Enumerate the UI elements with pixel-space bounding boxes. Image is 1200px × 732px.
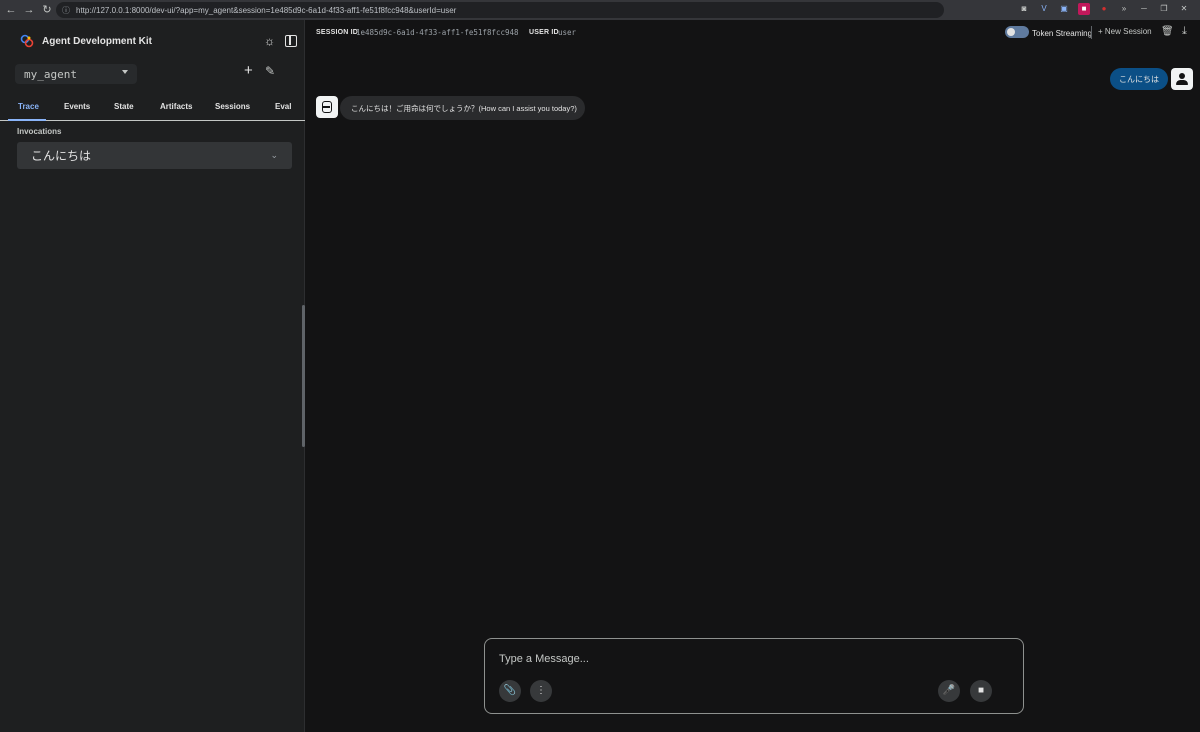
token-streaming-label: Token Streaming — [1032, 29, 1093, 38]
browser-toolbar: ← → ↻ ⓘ http://127.0.0.1:8000/dev-ui/?ap… — [0, 0, 1200, 20]
minimize-icon[interactable]: ─ — [1138, 3, 1150, 15]
collapse-panel-icon[interactable] — [285, 35, 297, 47]
video-camera-icon[interactable]: ■ — [970, 680, 992, 702]
user-avatar-icon — [1171, 68, 1193, 90]
invocation-text: こんにちは — [31, 149, 92, 163]
app-title: Agent Development Kit — [42, 35, 153, 47]
sidebar-tabs: Trace Events State Artifacts Sessions Ev… — [0, 100, 305, 121]
maximize-icon[interactable]: ❐ — [1158, 3, 1170, 15]
download-icon[interactable]: ⤓ — [1182, 25, 1187, 38]
extension-red-icon[interactable]: ■ — [1078, 3, 1090, 15]
new-session-button[interactable]: + New Session — [1098, 27, 1152, 36]
tab-eval[interactable]: Eval — [275, 102, 291, 111]
more-extensions-icon[interactable]: » — [1118, 3, 1130, 15]
tab-events[interactable]: Events — [64, 102, 90, 111]
message-composer: 📎 ⋮ 🎤 ■ — [484, 638, 1024, 714]
user-message-text: こんにちは — [1119, 74, 1159, 84]
caret-down-icon — [122, 70, 128, 74]
toggle-knob — [1007, 28, 1015, 36]
agent-avatar-icon — [316, 96, 338, 118]
attach-file-icon[interactable]: 📎 — [499, 680, 521, 702]
theme-toggle-icon[interactable]: ☼ — [263, 35, 276, 48]
active-tab-indicator — [8, 119, 46, 121]
camera-icon[interactable]: ◙ — [1018, 3, 1030, 15]
chevron-down-icon: ⌄ — [270, 150, 278, 160]
delete-session-icon[interactable]: 🗑 — [1161, 26, 1174, 37]
message-input[interactable] — [499, 651, 919, 667]
address-bar[interactable]: ⓘ http://127.0.0.1:8000/dev-ui/?app=my_a… — [56, 2, 944, 18]
user-id-value: user — [558, 28, 577, 37]
url-text: http://127.0.0.1:8000/dev-ui/?app=my_age… — [76, 5, 457, 15]
tab-sessions[interactable]: Sessions — [215, 102, 250, 111]
token-streaming-toggle[interactable] — [1005, 26, 1029, 38]
sidebar-resize-handle[interactable] — [302, 305, 305, 447]
session-id-label: SESSION ID — [316, 29, 359, 36]
invocations-label: Invocations — [17, 127, 62, 136]
agent-message-text: こんにちは！ご用命は何でしょうか？(How can I assist you t… — [351, 103, 577, 113]
session-topbar: SESSION ID 1e485d9c-6a1d-4f33-aff1-fe51f… — [305, 20, 1200, 46]
more-options-icon[interactable]: ⋮ — [530, 680, 552, 702]
adk-logo-icon — [20, 34, 34, 48]
new-session-label: New Session — [1104, 27, 1152, 36]
brand: Agent Development Kit — [20, 34, 152, 48]
add-icon[interactable]: + — [244, 63, 253, 79]
site-info-icon[interactable]: ⓘ — [62, 5, 70, 16]
back-icon[interactable]: ← — [4, 3, 18, 17]
session-id-value: 1e485d9c-6a1d-4f33-aff1-fe51f8fcc948 — [356, 28, 519, 37]
extension-ublock-icon[interactable]: ● — [1098, 3, 1110, 15]
extension-icons: ◙ V ▣ ■ ● » ─ ❐ ✕ — [1018, 3, 1190, 15]
extension-translate-icon[interactable]: ▣ — [1058, 3, 1070, 15]
tab-state[interactable]: State — [114, 102, 134, 111]
user-id-label: USER ID — [529, 29, 559, 36]
forward-icon[interactable]: → — [22, 3, 36, 17]
plus-icon: + — [1098, 27, 1105, 36]
invocation-item[interactable]: こんにちは ⌄ — [17, 142, 292, 169]
sidebar: Agent Development Kit ☼ my_agent + ✎ Tra… — [0, 20, 305, 732]
microphone-icon[interactable]: 🎤 — [938, 680, 960, 702]
topbar-divider — [1091, 26, 1092, 39]
agent-message-bubble[interactable]: こんにちは！ご用命は何でしょうか？(How can I assist you t… — [340, 96, 585, 120]
agent-select-value: my_agent — [24, 67, 77, 81]
edit-icon[interactable]: ✎ — [265, 64, 275, 78]
tab-trace[interactable]: Trace — [18, 102, 39, 111]
reload-icon[interactable]: ↻ — [40, 3, 54, 17]
agent-select[interactable]: my_agent — [15, 64, 137, 84]
user-message-bubble: こんにちは — [1110, 68, 1168, 90]
extension-v-icon[interactable]: V — [1038, 3, 1050, 15]
close-window-icon[interactable]: ✕ — [1178, 3, 1190, 15]
tab-artifacts[interactable]: Artifacts — [160, 102, 192, 111]
